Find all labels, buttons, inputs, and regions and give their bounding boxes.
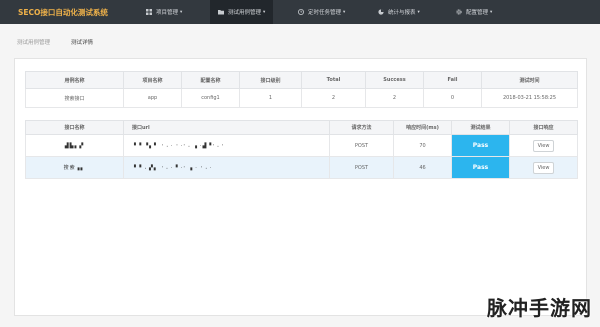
response-time: 46 bbox=[393, 156, 452, 179]
test-detail-panel: 用例名称 项目名称 配置名称 接口级别 Total Success Fail 测… bbox=[14, 58, 587, 316]
chevron-down-icon: ▾ bbox=[417, 9, 420, 15]
nav-config-management-label: 配置管理 bbox=[466, 10, 489, 16]
chevron-down-icon: ▾ bbox=[180, 9, 183, 15]
col-api-name: 接口名称 bbox=[25, 120, 124, 135]
col-response-time: 响应时间(ms) bbox=[393, 120, 452, 135]
nav-scheduled-tasks[interactable]: 定时任务管理 ▾ bbox=[298, 0, 345, 24]
nav-config-management[interactable]: 配置管理 ▾ bbox=[456, 0, 492, 24]
test-result-badge: Pass bbox=[451, 156, 510, 179]
case-name: 搜索接口 bbox=[25, 88, 124, 108]
test-time: 2018-03-21 15:58:25 bbox=[481, 88, 578, 108]
nav-testcase-management-label: 测试用例管理 bbox=[228, 10, 262, 16]
config-name: config1 bbox=[181, 88, 240, 108]
api-url: ▝ ▘▝▖▘ ⠂⠄· ⠂·⠂⠄ ▖·▟▝⠂⠄⠂ bbox=[123, 134, 330, 157]
api-level: 1 bbox=[239, 88, 302, 108]
request-method: POST bbox=[329, 134, 394, 157]
app-brand[interactable]: SECO接口自动化测试系统 bbox=[0, 7, 130, 18]
api-url: ▝ ▘⠄▞▖ ⠂⠄· ▘·⠂ ▖· ⠂⠄· bbox=[123, 156, 330, 179]
col-api-url: 接口url bbox=[123, 120, 330, 135]
table-row: 搜索▗▖ ▝ ▘⠄▞▖ ⠂⠄· ▘·⠂ ▖· ⠂⠄· POST 46 Pass … bbox=[25, 156, 578, 179]
nav-project-management-label: 项目管理 bbox=[156, 10, 179, 16]
col-total: Total bbox=[301, 71, 366, 89]
nav-statistics-reports[interactable]: 统计与报表 ▾ bbox=[378, 0, 420, 24]
col-success: Success bbox=[365, 71, 424, 89]
summary-header-row: 用例名称 项目名称 配置名称 接口级别 Total Success Fail 测… bbox=[25, 71, 578, 89]
nav-statistics-reports-label: 统计与报表 bbox=[388, 10, 416, 16]
api-name-text: 搜索▗▖ bbox=[63, 165, 86, 171]
nav-testcase-management[interactable]: 测试用例管理 ▾ bbox=[210, 0, 274, 24]
view-button[interactable]: View bbox=[532, 139, 555, 152]
api-response-cell: View bbox=[509, 134, 578, 157]
success-count: 2 bbox=[365, 88, 424, 108]
summary-table: 用例名称 项目名称 配置名称 接口级别 Total Success Fail 测… bbox=[25, 71, 578, 108]
request-method: POST bbox=[329, 156, 394, 179]
folder-icon bbox=[218, 10, 224, 15]
nav-project-management[interactable]: 项目管理 ▾ bbox=[146, 0, 182, 24]
api-response-cell: View bbox=[509, 156, 578, 179]
col-project-name: 项目名称 bbox=[123, 71, 182, 89]
top-navbar: SECO接口自动化测试系统 项目管理 ▾ 测试用例管理 ▾ 定时任务管理 ▾ 统… bbox=[0, 0, 600, 24]
api-url-text: ▝ ▘⠄▞▖ ⠂⠄· ▘·⠂ ▖· ⠂⠄· bbox=[132, 164, 213, 171]
col-api-response: 接口响应 bbox=[509, 120, 578, 135]
chart-icon bbox=[378, 9, 384, 15]
response-time: 70 bbox=[393, 134, 452, 157]
detail-header-row: 接口名称 接口url 请求方法 响应时间(ms) 测试结果 接口响应 bbox=[25, 120, 578, 135]
nav-scheduled-tasks-label: 定时任务管理 bbox=[308, 10, 342, 16]
col-api-level: 接口级别 bbox=[239, 71, 302, 89]
site-watermark: 脉冲手游网 bbox=[487, 296, 592, 320]
col-case-name: 用例名称 bbox=[25, 71, 124, 89]
breadcrumb-parent[interactable]: 测试用例管理 bbox=[17, 38, 50, 46]
summary-row: 搜索接口 app config1 1 2 2 0 2018-03-21 15:5… bbox=[25, 88, 578, 108]
api-name: ▟▙▖▞ bbox=[25, 134, 124, 157]
project-name: app bbox=[123, 88, 182, 108]
total-count: 2 bbox=[301, 88, 366, 108]
api-url-text: ▝ ▘▝▖▘ ⠂⠄· ⠂·⠂⠄ ▖·▟▝⠂⠄⠂ bbox=[132, 142, 227, 149]
api-name-text: ▟▙▖▞ bbox=[64, 142, 85, 149]
col-request-method: 请求方法 bbox=[329, 120, 394, 135]
col-test-time: 测试时间 bbox=[481, 71, 578, 89]
table-row: ▟▙▖▞ ▝ ▘▝▖▘ ⠂⠄· ⠂·⠂⠄ ▖·▟▝⠂⠄⠂ POST 70 Pas… bbox=[25, 134, 578, 157]
fail-count: 0 bbox=[423, 88, 482, 108]
col-config-name: 配置名称 bbox=[181, 71, 240, 89]
col-fail: Fail bbox=[423, 71, 482, 89]
chevron-down-icon: ▾ bbox=[343, 9, 346, 15]
chevron-down-icon: ▾ bbox=[263, 9, 266, 15]
test-result-badge: Pass bbox=[451, 134, 510, 157]
api-detail-table: 接口名称 接口url 请求方法 响应时间(ms) 测试结果 接口响应 ▟▙▖▞ … bbox=[25, 120, 578, 179]
api-name: 搜索▗▖ bbox=[25, 156, 124, 179]
chevron-down-icon: ▾ bbox=[490, 9, 493, 15]
clock-icon bbox=[298, 9, 304, 15]
grid-icon bbox=[146, 9, 152, 15]
breadcrumb-current: 测试详情 bbox=[71, 40, 94, 46]
view-button[interactable]: View bbox=[532, 161, 555, 174]
gear-icon bbox=[456, 9, 462, 15]
breadcrumb: 测试用例管理 测试详情 bbox=[0, 32, 600, 52]
col-test-result: 测试结果 bbox=[451, 120, 510, 135]
